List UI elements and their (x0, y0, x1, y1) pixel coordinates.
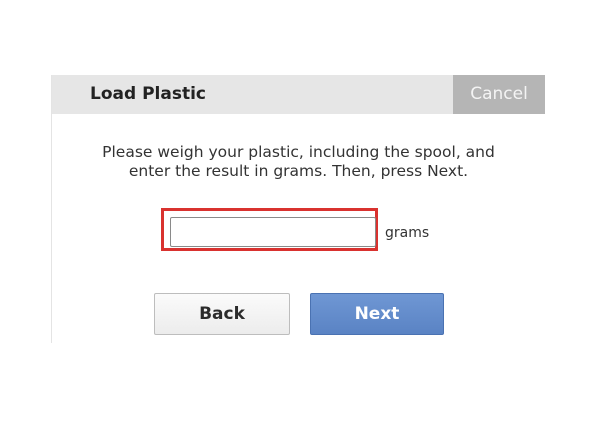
dialog-header: Load Plastic Cancel (52, 75, 545, 114)
dialog-title: Load Plastic (90, 84, 206, 104)
cancel-button[interactable]: Cancel (453, 75, 545, 114)
back-button[interactable]: Back (154, 293, 290, 335)
instructions-text: Please weigh your plastic, including the… (102, 143, 495, 180)
weight-input[interactable] (170, 217, 376, 247)
load-plastic-dialog: Load Plastic Cancel Please weigh your pl… (51, 75, 545, 343)
next-button[interactable]: Next (310, 293, 444, 335)
unit-label: grams (385, 225, 430, 241)
